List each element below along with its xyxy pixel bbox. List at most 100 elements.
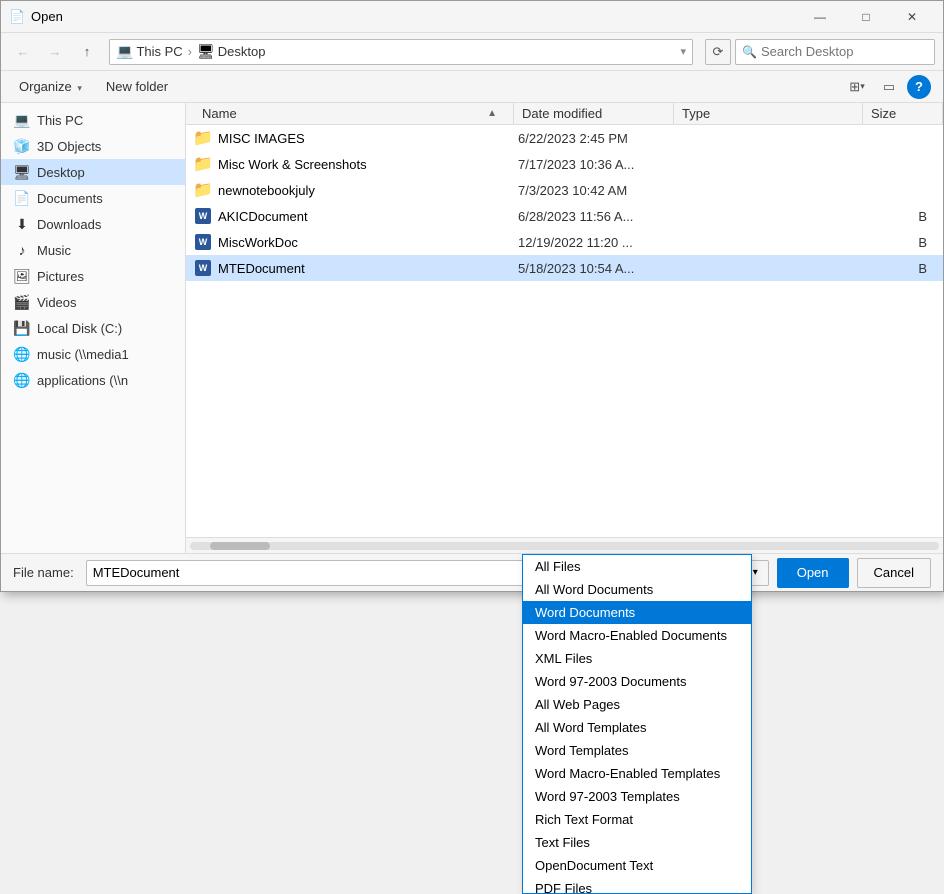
table-row[interactable]: W AKICDocument 6/28/2023 11:56 A... B [186, 203, 943, 229]
sidebar-item-downloads[interactable]: ⬇ Downloads [1, 211, 185, 237]
maximize-button[interactable]: □ [843, 1, 889, 33]
view-toggle-button[interactable]: ⊞ ▾ [843, 74, 871, 100]
organize-button[interactable]: Organize ▾ [13, 77, 88, 96]
up-button[interactable]: ↑ [73, 38, 101, 66]
dropdown-item-0[interactable]: All Files [523, 555, 751, 578]
file-name-5: MTEDocument [218, 261, 518, 276]
refresh-button[interactable]: ⟳ [705, 39, 731, 65]
sidebar-icon-videos: 🎬 [13, 293, 31, 311]
file-icon-1: 📁 [194, 155, 212, 173]
file-list: 📁 MISC IMAGES 6/22/2023 2:45 PM 📁 Misc W… [186, 125, 943, 537]
table-row[interactable]: W MTEDocument 5/18/2023 10:54 A... B [186, 255, 943, 281]
sidebar-label-apps-net: applications (\\n [37, 373, 128, 388]
sidebar-icon-documents: 📄 [13, 189, 31, 207]
sidebar-item-this-pc[interactable]: 💻 This PC [1, 107, 185, 133]
dropdown-item-3[interactable]: Word Macro-Enabled Documents [523, 624, 751, 647]
file-type-dropdown[interactable]: All FilesAll Word DocumentsWord Document… [522, 554, 752, 894]
column-name[interactable]: Name ▲ [194, 103, 514, 125]
view-grid-icon: ⊞ [849, 79, 860, 95]
sidebar-item-apps-net[interactable]: 🌐 applications (\\n [1, 367, 185, 393]
file-name-2: newnotebookjuly [218, 183, 518, 198]
search-container: 🔍 [735, 39, 935, 65]
word-icon: W [195, 234, 211, 250]
forward-button[interactable]: → [41, 38, 69, 66]
search-input[interactable] [761, 44, 937, 59]
file-icon-0: 📁 [194, 129, 212, 147]
sort-arrow-icon: ▲ [487, 108, 505, 119]
sidebar-item-music[interactable]: ♪ Music [1, 237, 185, 263]
sidebar-label-pictures: Pictures [37, 269, 84, 284]
app-icon: 📄 [9, 9, 25, 25]
sidebar-icon-local-disk: 💾 [13, 319, 31, 337]
address-desktop: Desktop [218, 44, 266, 59]
sidebar-item-local-disk[interactable]: 💾 Local Disk (C:) [1, 315, 185, 341]
bottom-bar: File name: ▾ Tools ▾ Open Cancel [1, 553, 943, 591]
table-row[interactable]: 📁 MISC IMAGES 6/22/2023 2:45 PM [186, 125, 943, 151]
pane-toggle-button[interactable]: ▭ [875, 74, 903, 100]
file-name-4: MiscWorkDoc [218, 235, 518, 250]
file-icon-2: 📁 [194, 181, 212, 199]
dropdown-item-2[interactable]: Word Documents [523, 601, 751, 624]
sidebar-item-desktop[interactable]: 🖥 Desktop [1, 159, 185, 185]
file-date-1: 7/17/2023 10:36 A... [518, 157, 678, 172]
file-date-4: 12/19/2022 11:20 ... [518, 235, 678, 250]
address-dropdown-button[interactable]: ▾ [680, 45, 686, 58]
file-size-5: B [855, 261, 935, 276]
sidebar-icon-music-net: 🌐 [13, 345, 31, 363]
sidebar-label-desktop: Desktop [37, 165, 85, 180]
help-button[interactable]: ? [907, 75, 931, 99]
word-icon: W [195, 260, 211, 276]
sidebar-item-3d-objects[interactable]: 🧊 3D Objects [1, 133, 185, 159]
open-button[interactable]: Open [777, 558, 849, 588]
back-button[interactable]: ← [9, 38, 37, 66]
sidebar-item-videos[interactable]: 🎬 Videos [1, 289, 185, 315]
file-date-0: 6/22/2023 2:45 PM [518, 131, 678, 146]
sidebar-item-music-net[interactable]: 🌐 music (\\media1 [1, 341, 185, 367]
sidebar-label-local-disk: Local Disk (C:) [37, 321, 122, 336]
new-folder-button[interactable]: New folder [100, 77, 174, 96]
horizontal-scrollbar[interactable] [186, 537, 943, 553]
file-date-5: 5/18/2023 10:54 A... [518, 261, 678, 276]
dropdown-item-14[interactable]: PDF Files [523, 877, 751, 894]
content-area: 💻 This PC 🧊 3D Objects 🖥 Desktop 📄 Docum… [1, 103, 943, 553]
sidebar-icon-pictures: 🖼 [13, 267, 31, 285]
minimize-button[interactable]: — [797, 1, 843, 33]
close-button[interactable]: ✕ [889, 1, 935, 33]
dropdown-item-9[interactable]: Word Macro-Enabled Templates [523, 762, 751, 785]
organize-dropdown-arrow: ▾ [77, 83, 82, 93]
column-headers: Name ▲ Date modified Type Size [186, 103, 943, 125]
dropdown-item-5[interactable]: Word 97-2003 Documents [523, 670, 751, 693]
sidebar-icon-this-pc: 💻 [13, 111, 31, 129]
column-type[interactable]: Type [674, 103, 863, 125]
file-name-0: MISC IMAGES [218, 131, 518, 146]
table-row[interactable]: 📁 newnotebookjuly 7/3/2023 10:42 AM [186, 177, 943, 203]
table-row[interactable]: 📁 Misc Work & Screenshots 7/17/2023 10:3… [186, 151, 943, 177]
column-size[interactable]: Size [863, 103, 943, 125]
dropdown-item-11[interactable]: Rich Text Format [523, 808, 751, 831]
table-row[interactable]: W MiscWorkDoc 12/19/2022 11:20 ... B [186, 229, 943, 255]
sidebar-label-documents: Documents [37, 191, 103, 206]
address-this-pc: This PC [136, 44, 182, 59]
dropdown-item-13[interactable]: OpenDocument Text [523, 854, 751, 877]
dropdown-item-8[interactable]: Word Templates [523, 739, 751, 762]
sidebar-label-3d-objects: 3D Objects [37, 139, 101, 154]
sidebar-item-documents[interactable]: 📄 Documents [1, 185, 185, 211]
file-name-label: File name: [13, 565, 74, 580]
pane-icon: ▭ [883, 79, 895, 95]
sidebar-label-music-net: music (\\media1 [37, 347, 129, 362]
dropdown-item-6[interactable]: All Web Pages [523, 693, 751, 716]
cancel-button[interactable]: Cancel [857, 558, 931, 588]
sidebar-item-pictures[interactable]: 🖼 Pictures [1, 263, 185, 289]
dropdown-item-10[interactable]: Word 97-2003 Templates [523, 785, 751, 808]
file-name-1: Misc Work & Screenshots [218, 157, 518, 172]
dropdown-item-4[interactable]: XML Files [523, 647, 751, 670]
dropdown-item-7[interactable]: All Word Templates [523, 716, 751, 739]
title-bar: 📄 Open — □ ✕ [1, 1, 943, 33]
sidebar-label-this-pc: This PC [37, 113, 83, 128]
dropdown-item-1[interactable]: All Word Documents [523, 578, 751, 601]
sidebar-icon-desktop: 🖥 [13, 163, 31, 181]
sidebar-icon-3d-objects: 🧊 [13, 137, 31, 155]
dropdown-item-12[interactable]: Text Files [523, 831, 751, 854]
column-date-modified[interactable]: Date modified [514, 103, 674, 125]
file-icon-4: W [194, 233, 212, 251]
